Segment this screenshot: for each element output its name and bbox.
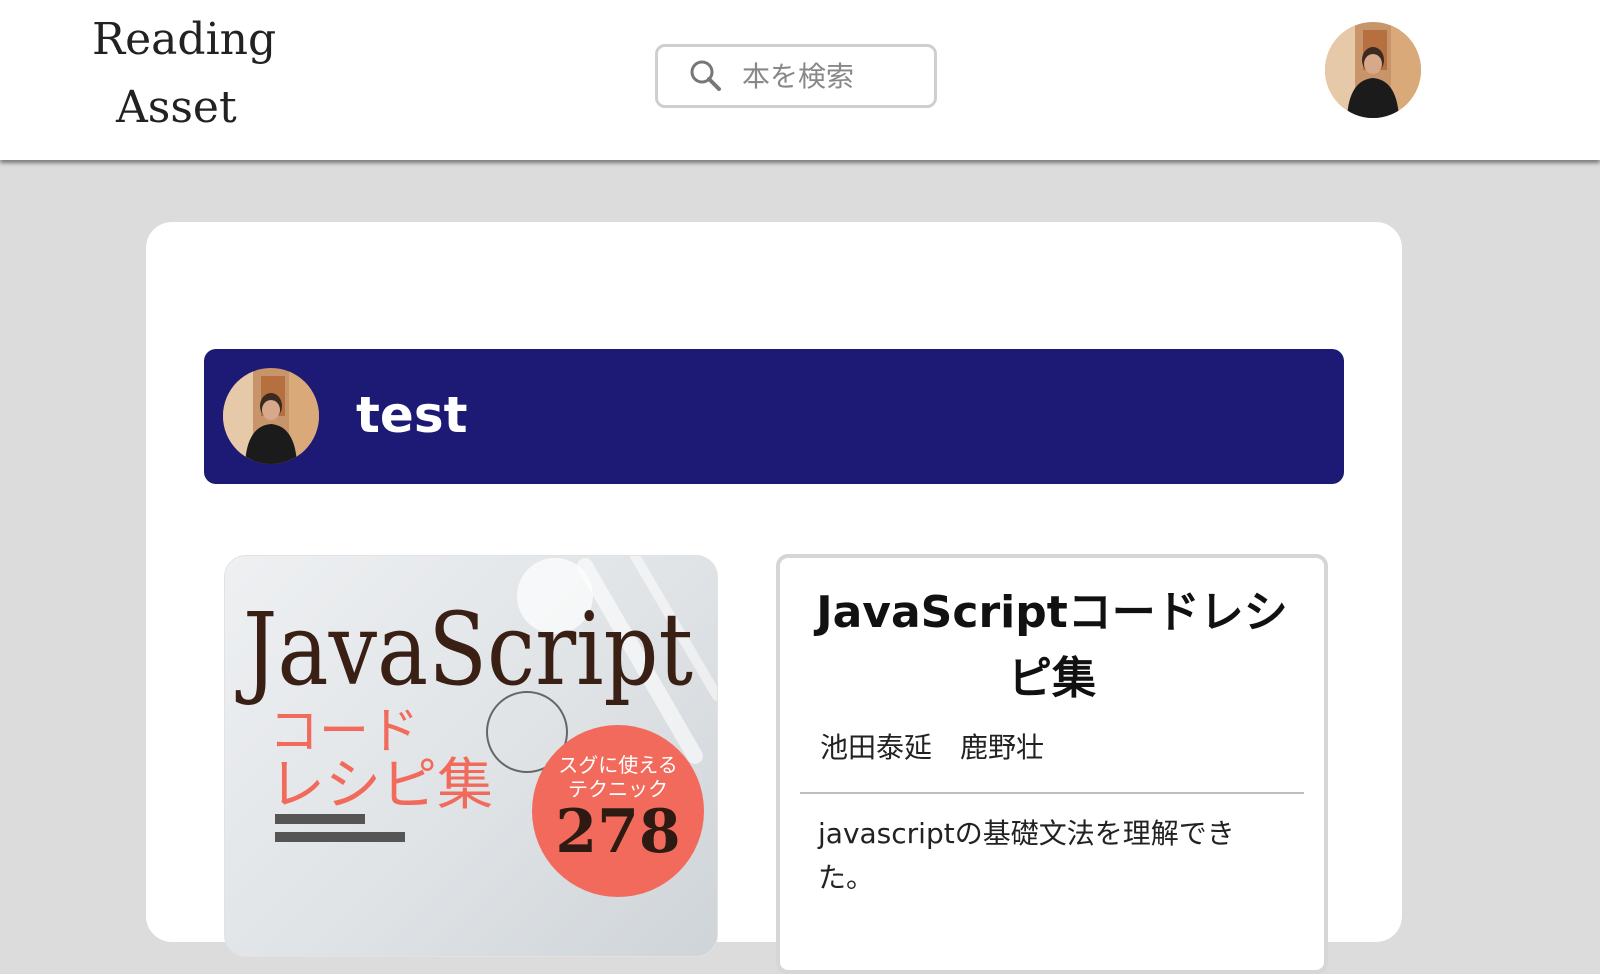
book-authors: 池田泰延 鹿野壮: [820, 731, 1045, 764]
user-avatar[interactable]: [223, 368, 319, 464]
cover-subtitle-line2: レシピ集: [269, 753, 493, 818]
logo-line-1: Reading: [92, 14, 277, 65]
book-cover[interactable]: JavaScript コード レシピ集 スグに使える テクニック 278: [224, 555, 718, 957]
cover-subtitle-line1: コード: [269, 702, 419, 760]
cover-title: JavaScript: [235, 591, 693, 708]
search-input[interactable]: [740, 58, 914, 94]
book-cover-art: JavaScript コード レシピ集 スグに使える テクニック 278: [235, 556, 717, 897]
divider: [800, 792, 1304, 794]
book-title[interactable]: JavaScriptコードレシピ集: [802, 580, 1302, 712]
header-avatar[interactable]: [1325, 22, 1421, 118]
avatar-image: [1325, 22, 1421, 118]
avatar-image: [223, 368, 319, 464]
cover-badge-number: 278: [555, 797, 680, 867]
book-info-panel: JavaScriptコードレシピ集 池田泰延 鹿野壮 javascriptの基礎…: [776, 554, 1328, 974]
search-box[interactable]: [655, 44, 937, 108]
search-icon: [686, 56, 726, 96]
app-logo[interactable]: Reading Asset: [92, 6, 282, 142]
top-header: Reading Asset: [0, 0, 1600, 160]
logo-line-2: Asset: [116, 82, 237, 133]
content-card: test JavaScript コード レシピ集 スグに使える テクニック 27…: [146, 222, 1402, 974]
user-name[interactable]: test: [356, 383, 467, 447]
cover-badge-top: スグに使える: [558, 753, 677, 777]
user-bar: test: [204, 349, 1344, 484]
book-review: javascriptの基礎文法を理解できた。: [818, 817, 1235, 894]
